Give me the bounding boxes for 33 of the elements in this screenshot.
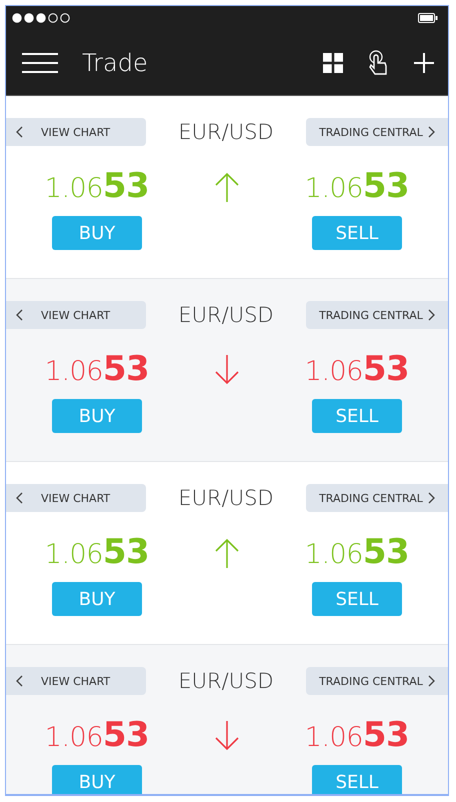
trading-central-button[interactable]: TRADING CENTRAL: [306, 484, 448, 512]
chevron-right-icon: [428, 675, 435, 687]
currency-pair: EUR/USD: [178, 303, 274, 327]
chevron-right-icon: [428, 126, 435, 138]
sell-price: 1.0653: [304, 715, 410, 755]
chevron-left-icon: [16, 126, 23, 138]
chevron-left-icon: [16, 309, 23, 321]
plus-icon[interactable]: [414, 52, 434, 72]
chevron-left-icon: [16, 675, 23, 687]
buy-price: 1.0653: [44, 166, 150, 206]
view-chart-button[interactable]: VIEW CHART: [6, 118, 146, 146]
buy-price: 1.0653: [44, 349, 150, 389]
chevron-right-icon: [428, 309, 435, 321]
page-title: Trade: [82, 48, 148, 76]
chevron-right-icon: [428, 492, 435, 504]
sell-price: 1.0653: [304, 166, 410, 206]
currency-pair: EUR/USD: [178, 669, 274, 693]
grid-icon[interactable]: [322, 52, 344, 74]
view-chart-button[interactable]: VIEW CHART: [6, 484, 146, 512]
buy-price: 1.0653: [44, 715, 150, 755]
chevron-left-icon: [16, 492, 23, 504]
trading-central-button[interactable]: TRADING CENTRAL: [306, 667, 448, 695]
currency-pair: EUR/USD: [178, 486, 274, 510]
battery-icon: [418, 13, 438, 23]
view-chart-button[interactable]: VIEW CHART: [6, 301, 146, 329]
sell-price: 1.0653: [304, 349, 410, 389]
currency-pair: EUR/USD: [178, 120, 274, 144]
trading-central-button[interactable]: TRADING CENTRAL: [306, 118, 448, 146]
buy-price: 1.0653: [44, 532, 150, 572]
view-chart-button[interactable]: VIEW CHART: [6, 667, 146, 695]
trading-central-button[interactable]: TRADING CENTRAL: [306, 301, 448, 329]
sell-price: 1.0653: [304, 532, 410, 572]
menu-icon[interactable]: [22, 52, 58, 72]
